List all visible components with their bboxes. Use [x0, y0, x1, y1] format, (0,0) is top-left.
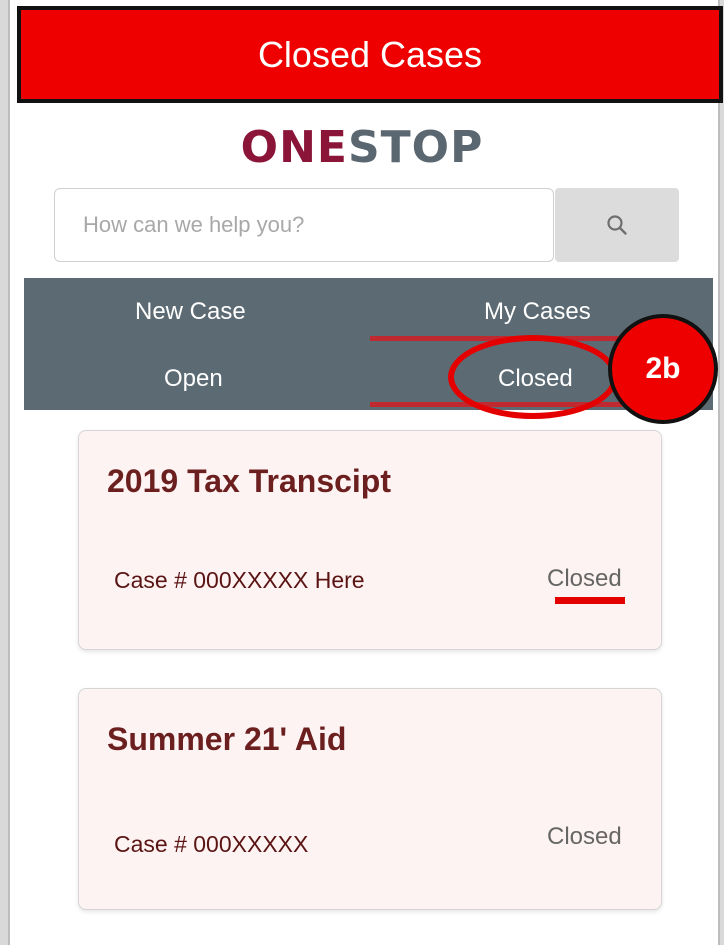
nav-new-case[interactable]: New Case: [135, 298, 246, 326]
title-banner-text: Closed Cases: [257, 33, 483, 75]
annotation-ring: [448, 335, 618, 419]
onestop-logo: ONESTOP: [0, 122, 724, 173]
logo-part-stop: STOP: [347, 122, 484, 173]
search-input[interactable]: [83, 212, 553, 238]
annotation-badge: 2b: [608, 314, 718, 424]
annotation-badge-label: 2b: [645, 352, 681, 385]
case-status: Closed: [547, 823, 622, 850]
case-card[interactable]: Summer 21' Aid Case # 000XXXXX Closed: [78, 688, 662, 910]
nav-open[interactable]: Open: [164, 365, 223, 393]
case-number: Case # 000XXXXX Here: [114, 567, 365, 593]
title-banner: Closed Cases: [17, 6, 723, 103]
case-number: Case # 000XXXXX: [114, 831, 309, 857]
case-title: Summer 21' Aid: [107, 721, 347, 757]
case-card[interactable]: 2019 Tax Transcipt Case # 000XXXXX Here …: [78, 430, 662, 650]
status-highlight-mark: [555, 597, 625, 604]
case-status: Closed: [547, 565, 622, 592]
nav-my-cases[interactable]: My Cases: [484, 298, 591, 326]
search-icon: [607, 215, 627, 235]
search-field[interactable]: [54, 188, 554, 262]
logo-part-one: ONE: [240, 122, 348, 173]
search-button[interactable]: [555, 188, 679, 262]
case-title: 2019 Tax Transcipt: [107, 463, 391, 499]
